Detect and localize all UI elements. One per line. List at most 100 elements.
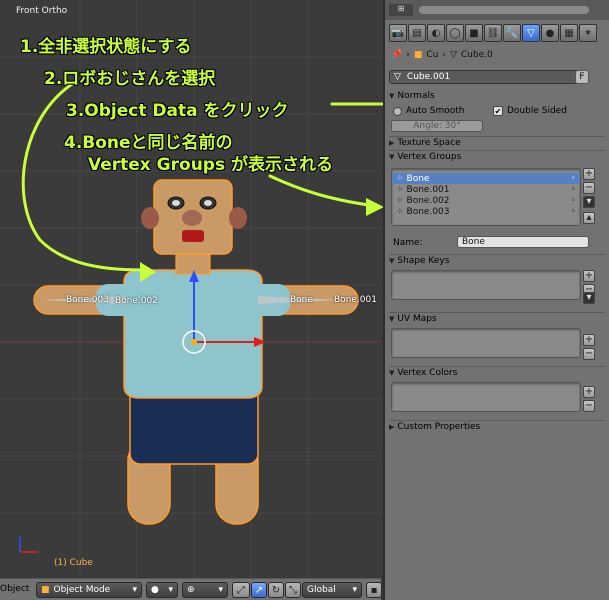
pin-icon[interactable]: 📌	[391, 50, 402, 60]
list-item[interactable]: ⁘ Bone.003 ◦	[392, 206, 580, 217]
bone-label: Bone.003	[66, 295, 109, 305]
move-up-icon[interactable]: ▴	[583, 212, 595, 224]
breadcrumb: 📌 › ■ Cu › ▽ Cube.0	[391, 50, 493, 60]
vertex-groups-section-header[interactable]: ▼ Vertex Groups	[389, 150, 605, 162]
vertex-group-name-field[interactable]: Bone	[457, 236, 589, 248]
triangle-down-icon: ▼	[389, 368, 395, 377]
auto-smooth-toggle[interactable]: Auto Smooth	[393, 106, 464, 116]
orientation-label: Global	[307, 585, 336, 595]
annotation-step2: 2.ロボおじさんを選択	[44, 69, 216, 89]
vertex-groups-title: Vertex Groups	[397, 151, 462, 162]
layers-icon[interactable]: ▪	[366, 582, 382, 598]
modifiers-tab-icon[interactable]: 🔧	[503, 24, 521, 42]
triangle-down-icon: ▼	[389, 314, 395, 323]
remove-uv-map-button[interactable]: −	[583, 348, 595, 360]
vertex-group-icon: ⁘	[396, 206, 404, 217]
remove-vertex-group-button[interactable]: −	[583, 182, 595, 194]
vertex-group-name: Bone.001	[406, 184, 450, 195]
top-strip: ⊞	[385, 0, 609, 20]
lock-icon[interactable]: ◦	[571, 174, 576, 184]
translate-manipulator-icon[interactable]: ↗	[251, 582, 267, 598]
normals-title: Normals	[397, 91, 435, 101]
chevron-down-icon: ▾	[168, 585, 173, 595]
sphere-icon: ●	[151, 585, 159, 595]
triangle-right-icon: ▶	[389, 422, 395, 431]
chevron-down-icon: ▾	[218, 585, 223, 595]
triangle-right-icon: ▶	[389, 138, 395, 147]
normals-section-header[interactable]: ▼ Normals	[389, 90, 605, 102]
add-vertex-group-button[interactable]: +	[583, 168, 595, 180]
breadcrumb-object: Cu	[426, 50, 439, 60]
vertex-group-icon: ⁘	[396, 184, 404, 195]
remove-vertex-color-button[interactable]: −	[583, 400, 595, 412]
vertex-group-icon: ⁘	[396, 173, 404, 184]
custom-properties-section-header[interactable]: ▶ Custom Properties	[389, 420, 605, 432]
manipulator-toggle-icon[interactable]: ⤢	[232, 582, 250, 598]
specials-menu-icon[interactable]: ▾	[583, 196, 595, 208]
context-tabs: 📷 ▤ ◐ ◯ ■ ⛓ 🔧 ▽ ● ▦ ✶	[389, 24, 597, 42]
lock-icon[interactable]: ◦	[571, 207, 576, 217]
uv-maps-title: UV Maps	[397, 313, 437, 324]
auto-smooth-label: Auto Smooth	[406, 106, 465, 116]
triangle-down-icon: ▼	[389, 256, 395, 265]
render-layers-tab-icon[interactable]: ▤	[408, 24, 426, 42]
orientation-dropdown[interactable]: Global ▾	[302, 582, 362, 598]
texture-tab-icon[interactable]: ▦	[560, 24, 578, 42]
list-item[interactable]: ⁘ Bone ◦	[392, 173, 580, 184]
rotate-manipulator-icon[interactable]: ↻	[268, 582, 284, 598]
render-tab-icon[interactable]: 📷	[389, 24, 407, 42]
scrollbar[interactable]	[419, 6, 589, 14]
vertex-color-list[interactable]	[391, 382, 581, 412]
mode-dropdown[interactable]: ■ Object Mode ▾	[36, 582, 142, 598]
lock-icon[interactable]: ◦	[571, 196, 576, 206]
editor-type-icon[interactable]: ⊞	[389, 4, 413, 16]
pivot-dropdown[interactable]: ⊕ ▾	[182, 582, 228, 598]
breadcrumb-mesh: Cube.0	[460, 50, 493, 60]
annotation-step3: 3.Object Data をクリック	[66, 101, 289, 121]
vertex-colors-section-header[interactable]: ▼ Vertex Colors	[389, 366, 605, 378]
mesh-name-field[interactable]: ▽ Cube.001	[389, 70, 579, 84]
object-icon: ■	[413, 50, 423, 60]
list-item[interactable]: ⁘ Bone.001 ◦	[392, 184, 580, 195]
mode-label: Object Mode	[53, 585, 111, 595]
specials-menu-icon[interactable]: ▾	[583, 292, 595, 304]
object-tab-icon[interactable]: ■	[465, 24, 483, 42]
texture-space-section-header[interactable]: ▶ Texture Space	[389, 136, 605, 148]
uv-map-list[interactable]	[391, 328, 581, 358]
shape-key-list[interactable]	[391, 270, 581, 300]
3d-view-header: Object ■ Object Mode ▾ ● ▾ ⊕ ▾ ⤢ ↗ ↻ ⤡ G…	[0, 578, 382, 600]
viewport-shading-dropdown[interactable]: ● ▾	[146, 582, 178, 598]
uv-maps-section-header[interactable]: ▼ UV Maps	[389, 312, 605, 324]
separator-icon: ›	[442, 50, 446, 60]
add-vertex-color-button[interactable]: +	[583, 386, 595, 398]
object-data-tab-icon[interactable]: ▽	[522, 24, 540, 42]
mesh-name: Cube.001	[406, 72, 451, 82]
bone-label: Bone.002	[115, 296, 158, 306]
annotation-step1: 1.全非選択状態にする	[20, 37, 192, 57]
scale-manipulator-icon[interactable]: ⤡	[285, 582, 301, 598]
lock-icon[interactable]: ◦	[571, 185, 576, 195]
angle-field[interactable]: Angle: 30°	[391, 120, 483, 132]
vertex-group-list[interactable]: ⁘ Bone ◦ ⁘ Bone.001 ◦ ⁘ Bone.002 ◦ ⁘ Bon…	[391, 168, 581, 226]
checkmark-icon: ✔	[493, 106, 503, 116]
add-uv-map-button[interactable]: +	[583, 334, 595, 346]
scene-tab-icon[interactable]: ◐	[427, 24, 445, 42]
chevron-down-icon: ▾	[132, 585, 137, 595]
list-item[interactable]: ⁘ Bone.002 ◦	[392, 195, 580, 206]
fake-user-button[interactable]: F	[575, 70, 589, 84]
custom-properties-title: Custom Properties	[397, 421, 481, 432]
shape-keys-section-header[interactable]: ▼ Shape Keys	[389, 254, 605, 266]
radio-icon	[393, 106, 402, 116]
material-tab-icon[interactable]: ●	[541, 24, 559, 42]
world-tab-icon[interactable]: ◯	[446, 24, 464, 42]
vertex-group-name: Bone	[406, 173, 430, 184]
constraints-tab-icon[interactable]: ⛓	[484, 24, 502, 42]
properties-editor: ⊞ 📷 ▤ ◐ ◯ ■ ⛓ 🔧 ▽ ● ▦ ✶ 📌 › ■ Cu › ▽ Cub…	[383, 0, 609, 600]
double-sided-checkbox[interactable]: ✔ Double Sided	[493, 106, 567, 116]
vertex-group-icon: ⁘	[396, 195, 404, 206]
particles-tab-icon[interactable]: ✶	[579, 24, 597, 42]
separator-icon: ›	[406, 50, 410, 60]
add-shape-key-button[interactable]: +	[583, 270, 595, 282]
viewport-title: Front Ortho	[16, 6, 68, 16]
object-menu[interactable]: Object	[0, 584, 29, 594]
